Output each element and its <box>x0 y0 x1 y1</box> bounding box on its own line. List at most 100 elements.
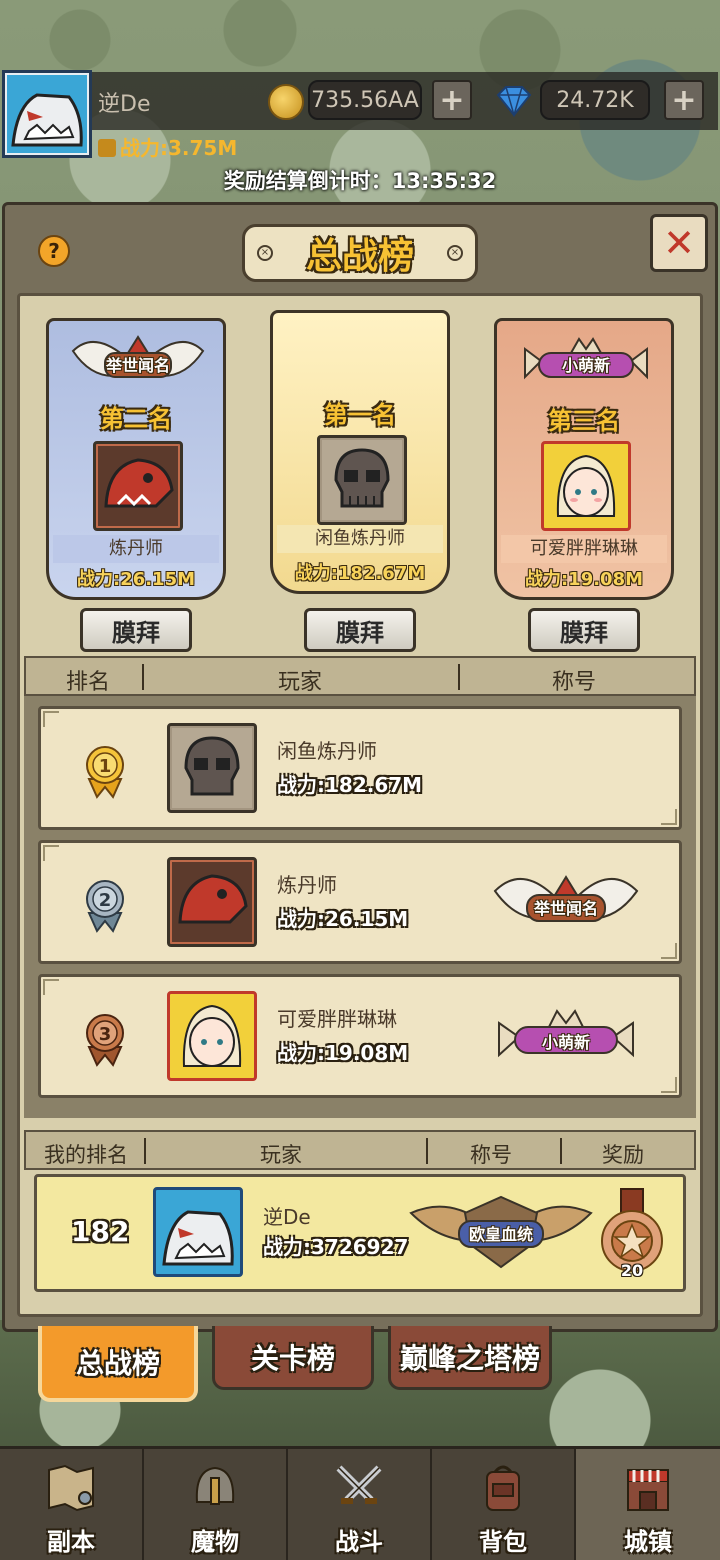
podium-second[interactable]: 举世闻名 第二名 炼丹师 战力:26.15M <box>46 318 226 600</box>
my-rank-row[interactable]: 182 逆De 战力:3726927 欧皇血统 20 <box>34 1174 686 1292</box>
header-divider <box>426 1138 428 1164</box>
table-row[interactable]: 1 闲鱼炼丹师 战力:182.67M <box>38 706 682 830</box>
red-dragon-avatar-icon <box>98 446 178 526</box>
monster-avatar-icon <box>158 1192 238 1272</box>
rank-number: 3 <box>99 1024 112 1045</box>
power-icon <box>98 139 116 157</box>
player-name: 闲鱼炼丹师 <box>277 739 377 763</box>
title-plaque: × 总战榜 × <box>242 224 478 282</box>
nav-label: 战斗 <box>335 1528 383 1556</box>
crossed-swords-icon <box>329 1458 389 1518</box>
gold-medal-icon: 1 <box>79 743 131 799</box>
player-avatar <box>167 857 257 947</box>
row-title-label: 小萌新 <box>541 1033 590 1052</box>
nav-label: 背包 <box>479 1528 527 1556</box>
header-reward: 奖励 <box>602 1143 644 1167</box>
my-avatar <box>153 1187 243 1277</box>
row-title-label: 举世闻名 <box>533 899 598 918</box>
player-power: 战力:3.75M <box>98 132 237 161</box>
podium-avatar <box>93 441 183 531</box>
worship-button-third[interactable]: 膜拜 <box>528 608 640 652</box>
table-row[interactable]: 3 可爱胖胖琳琳 战力:19.08M 小萌新 <box>38 974 682 1098</box>
title-badge-wings: 举世闻名 <box>491 865 641 941</box>
reward-medal[interactable]: 20 <box>597 1187 667 1283</box>
skull-avatar-icon <box>172 728 252 808</box>
nav-town[interactable]: 城镇 <box>576 1449 720 1560</box>
podium-power: 战力:182.67M <box>294 563 426 584</box>
help-icon[interactable]: ? <box>38 235 70 267</box>
title-badge-bloodline: 欧皇血统 <box>407 1191 595 1271</box>
close-button[interactable]: ✕ <box>650 214 708 272</box>
nav-battle[interactable]: 战斗 <box>288 1449 432 1560</box>
player-avatar[interactable] <box>2 70 92 158</box>
tab-total-power[interactable]: 总战榜 <box>38 1326 198 1402</box>
nav-label: 副本 <box>47 1528 95 1556</box>
nav-label: 城镇 <box>624 1528 672 1556</box>
bottom-nav: 副本 魔物 战斗 背包 城镇 <box>0 1446 720 1560</box>
tab-stage[interactable]: 关卡榜 <box>212 1326 374 1390</box>
plaque-rivet-icon: × <box>447 245 463 261</box>
table-row[interactable]: 2 炼丹师 战力:26.15M 举世闻名 <box>38 840 682 964</box>
podium-power: 战力:26.15M <box>76 569 196 590</box>
podium-rank-label: 第三名 <box>548 407 620 435</box>
podium-power: 战力:19.08M <box>524 569 644 590</box>
player-name: 逆De <box>98 92 151 117</box>
header-divider <box>458 664 460 690</box>
podium-rank-label: 第一名 <box>324 401 396 429</box>
podium-avatar <box>541 441 631 531</box>
nav-label: 魔物 <box>191 1528 239 1556</box>
header-title: 称号 <box>552 670 597 695</box>
my-rank-number: 182 <box>71 1215 130 1248</box>
header-player: 玩家 <box>278 670 323 695</box>
skull-avatar-icon <box>322 440 402 520</box>
player-power: 战力:26.15M <box>277 907 409 931</box>
monster-avatar-icon <box>7 75 87 153</box>
header-my-rank: 我的排名 <box>44 1143 128 1167</box>
rank-number: 1 <box>99 756 112 777</box>
top-bar: 逆De 战力:3.75M 735.56AA + 24.72K + <box>0 68 720 160</box>
player-name: 可爱胖胖琳琳 <box>277 1007 397 1031</box>
nav-monsters[interactable]: 魔物 <box>144 1449 288 1560</box>
worship-button-second[interactable]: 膜拜 <box>80 608 192 652</box>
player-avatar <box>167 991 257 1081</box>
header-player: 玩家 <box>260 1143 302 1167</box>
ranking-list[interactable]: 1 闲鱼炼丹师 战力:182.67M 2 炼丹师 战力:26.15M 举世闻名 … <box>24 696 696 1118</box>
diamond-icon <box>494 84 534 118</box>
map-icon <box>41 1458 101 1518</box>
bronze-medal-icon: 3 <box>79 1011 131 1067</box>
tab-tower[interactable]: 巅峰之塔榜 <box>388 1326 552 1390</box>
girl-avatar-icon <box>546 446 626 526</box>
title-badge-crown: 小萌新 <box>491 999 641 1075</box>
silver-medal-icon: 2 <box>79 877 131 933</box>
podium-third[interactable]: 小萌新 第三名 可爱胖胖琳琳 战力:19.08M <box>494 318 674 600</box>
nav-bag[interactable]: 背包 <box>432 1449 576 1560</box>
gem-balance: 24.72K <box>540 80 650 120</box>
backpack-icon <box>473 1458 533 1518</box>
coin-balance: 735.56AA <box>308 80 422 120</box>
add-gems-button[interactable]: + <box>664 80 704 120</box>
podium-title-label: 小萌新 <box>561 356 610 375</box>
reward-countdown: 奖励结算倒计时：13:35:32 <box>223 169 497 193</box>
player-avatar <box>167 723 257 813</box>
my-power: 战力:3726927 <box>263 1235 409 1259</box>
podium-title-label: 举世闻名 <box>105 356 170 375</box>
podium-first[interactable]: 第一名 闲鱼炼丹师 战力:182.67M <box>270 310 450 594</box>
podium-avatar <box>317 435 407 525</box>
nav-dungeon[interactable]: 副本 <box>0 1449 144 1560</box>
shop-icon <box>618 1458 678 1518</box>
panel-title: 总战榜 <box>305 236 414 277</box>
player-name: 炼丹师 <box>277 873 337 897</box>
title-badge-wings: 举世闻名 <box>63 331 213 391</box>
podium-name: 可爱胖胖琳琳 <box>501 535 667 563</box>
add-coins-button[interactable]: + <box>432 80 472 120</box>
plaque-rivet-icon: × <box>257 245 273 261</box>
red-dragon-avatar-icon <box>172 862 252 942</box>
my-rank-header: 我的排名 玩家 称号 奖励 <box>24 1130 696 1170</box>
my-name: 逆De <box>263 1205 311 1229</box>
title-badge-crown: 小萌新 <box>511 331 661 391</box>
helmet-icon <box>185 1458 245 1518</box>
coin-icon <box>268 84 304 120</box>
podium-name: 闲鱼炼丹师 <box>277 525 443 553</box>
worship-button-first[interactable]: 膜拜 <box>304 608 416 652</box>
header-divider <box>144 1138 146 1164</box>
